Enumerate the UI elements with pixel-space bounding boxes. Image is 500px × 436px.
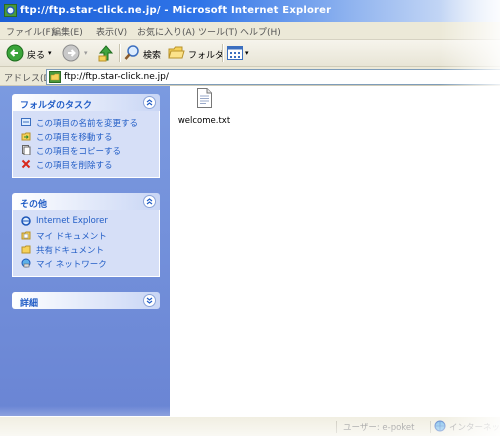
status-bar: ユーザー: e-poket インターネット (0, 416, 500, 436)
collapse-chevron-icon[interactable] (143, 195, 156, 208)
search-icon (124, 45, 139, 60)
details-header[interactable]: 詳細 (12, 292, 160, 309)
task-pane: フォルダのタスク この項目の名前を変更する この項目を移動する この項目をコピー… (0, 86, 170, 416)
details-panel: 詳細 (12, 292, 160, 309)
copy-icon (22, 145, 31, 155)
folder-tasks-panel: フォルダのタスク この項目の名前を変更する この項目を移動する この項目をコピー… (12, 94, 160, 178)
place-shared-documents-label: 共有ドキュメント (36, 246, 105, 256)
file-list-area[interactable]: welcome.txt (170, 86, 500, 416)
back-dropdown-icon[interactable]: ▾ (48, 49, 52, 57)
other-places-title: その他 (20, 200, 48, 210)
task-rename-label: この項目の名前を変更する (36, 119, 139, 129)
views-dropdown-icon[interactable]: ▾ (245, 49, 249, 57)
back-arrow-icon (6, 44, 24, 62)
file-name: welcome.txt (177, 116, 231, 126)
collapse-chevron-icon[interactable] (143, 96, 156, 109)
address-value: ftp://ftp.star-click.ne.jp/ (64, 72, 169, 82)
status-zone: インターネット (449, 423, 500, 433)
forward-arrow-icon (62, 44, 80, 62)
back-label: 戻る (27, 51, 46, 61)
folder-tasks-header[interactable]: フォルダのタスク (12, 94, 160, 111)
place-my-documents-label: マイ ドキュメント (36, 232, 107, 242)
other-places-panel: その他 Internet Explorer マイ ドキュメント 共有ドキュメント (12, 193, 160, 277)
place-internet-explorer-label: Internet Explorer (36, 216, 108, 226)
menu-help[interactable]: ヘルプ(H) (240, 25, 281, 38)
menu-file[interactable]: ファイル(F) (6, 25, 54, 38)
forward-dropdown-icon[interactable]: ▾ (84, 49, 88, 57)
my-documents-icon (21, 231, 31, 240)
place-my-documents[interactable]: マイ ドキュメント (13, 228, 159, 242)
task-delete-label: この項目を削除する (36, 161, 113, 171)
folder-tasks-title: フォルダのタスク (20, 101, 93, 111)
file-item[interactable]: welcome.txt (176, 88, 232, 128)
delete-icon (21, 159, 31, 169)
place-internet-explorer[interactable]: Internet Explorer (13, 214, 159, 228)
address-bar: アドレス(D) ftp://ftp.star-click.ne.jp/ (0, 67, 500, 86)
place-shared-documents[interactable]: 共有ドキュメント (13, 242, 159, 256)
up-button[interactable] (98, 43, 116, 63)
internet-explorer-icon (21, 216, 31, 226)
rename-icon (21, 118, 31, 126)
move-icon (21, 132, 31, 141)
forward-button[interactable]: ▾ (62, 43, 96, 63)
menu-view[interactable]: 表示(V) (96, 25, 127, 38)
task-delete[interactable]: この項目を削除する (13, 157, 159, 171)
task-rename[interactable]: この項目の名前を変更する (13, 115, 159, 129)
menu-favorites[interactable]: お気に入り(A) (137, 25, 195, 38)
internet-explorer-icon (4, 4, 17, 17)
views-icon (227, 46, 243, 60)
window-title: ftp://ftp.star-click.ne.jp/ - Microsoft … (20, 5, 332, 16)
menu-bar: ファイル(F) 編集(E) 表示(V) お気に入り(A) ツール(T) ヘルプ(… (0, 22, 500, 40)
task-move-label: この項目を移動する (36, 133, 113, 143)
folder-tasks-body: この項目の名前を変更する この項目を移動する この項目をコピーする この項目を削… (12, 111, 160, 178)
ftp-folder-icon (49, 71, 61, 83)
other-places-body: Internet Explorer マイ ドキュメント 共有ドキュメント マイ … (12, 210, 160, 277)
task-copy-label: この項目をコピーする (36, 147, 122, 157)
place-my-network[interactable]: マイ ネットワーク (13, 256, 159, 270)
address-input[interactable]: ftp://ftp.star-click.ne.jp/ (46, 69, 500, 85)
up-folder-icon (98, 45, 114, 62)
menu-edit[interactable]: 編集(E) (52, 25, 83, 38)
search-button[interactable]: 検索 (124, 43, 164, 63)
internet-zone-icon (434, 420, 446, 432)
place-my-network-label: マイ ネットワーク (36, 260, 107, 270)
folders-button[interactable]: フォルダ (168, 43, 224, 63)
folders-icon (168, 46, 185, 59)
search-label: 検索 (143, 51, 162, 61)
title-bar[interactable]: ftp://ftp.star-click.ne.jp/ - Microsoft … (0, 0, 500, 22)
standard-toolbar: 戻る ▾ ▾ 検索 フォルダ ▾ (0, 40, 500, 67)
task-move[interactable]: この項目を移動する (13, 129, 159, 143)
views-button[interactable]: ▾ (227, 43, 253, 63)
folders-label: フォルダ (188, 51, 225, 61)
my-network-icon (21, 258, 31, 268)
task-copy[interactable]: この項目をコピーする (13, 143, 159, 157)
status-user: ユーザー: e-poket (343, 423, 415, 433)
other-places-header[interactable]: その他 (12, 193, 160, 210)
shared-documents-icon (21, 245, 31, 254)
menu-tools[interactable]: ツール(T) (198, 25, 238, 38)
text-file-icon (197, 88, 212, 108)
explorer-window: ftp://ftp.star-click.ne.jp/ - Microsoft … (0, 0, 500, 436)
details-title: 詳細 (20, 299, 39, 309)
back-button[interactable]: 戻る ▾ (6, 43, 56, 63)
expand-chevron-icon[interactable] (143, 294, 156, 307)
